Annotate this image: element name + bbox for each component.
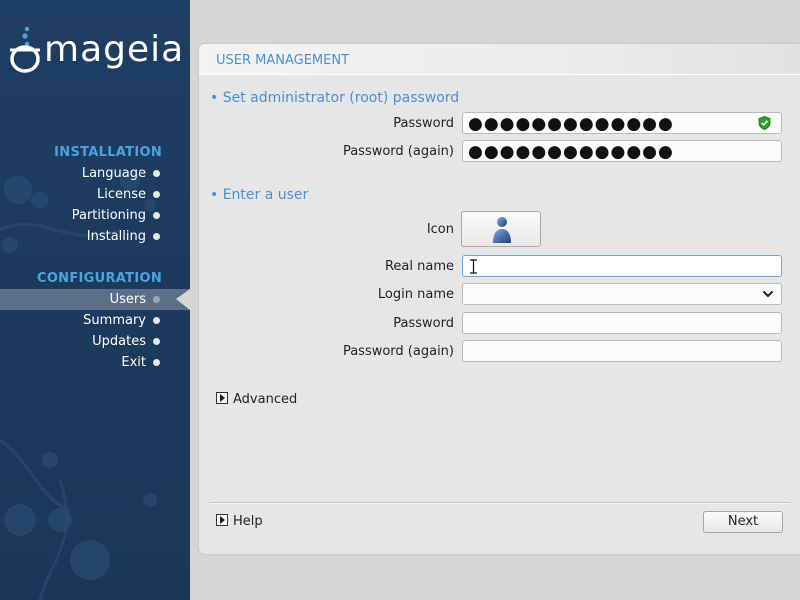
sidebar-item-license: License <box>0 184 190 205</box>
panel-title-bar: USER MANAGEMENT <box>199 44 800 75</box>
mageia-cauldron-icon <box>10 26 40 73</box>
sidebar-item-label: License <box>96 187 146 202</box>
sidebar-item-label: Installing <box>86 229 146 244</box>
root-password-again-value: ●●●●●●●●●●●●● <box>468 142 674 162</box>
sidebar-item-language: Language <box>0 163 190 184</box>
shield-check-icon <box>758 116 771 130</box>
footer-separator <box>210 502 790 504</box>
user-icon <box>493 217 511 243</box>
login-name-label: Login name <box>377 287 454 302</box>
user-password-field[interactable] <box>462 312 782 334</box>
login-name-combobox[interactable] <box>462 283 782 305</box>
root-password-heading: • Set administrator (root) password <box>210 90 460 106</box>
step-dot-icon <box>153 338 160 345</box>
advanced-expander[interactable]: Advanced <box>216 392 297 408</box>
root-password-field[interactable]: ●●●●●●●●●●●●● <box>462 112 782 134</box>
sidebar-item-users: Users <box>0 289 190 310</box>
root-password-again-field[interactable]: ●●●●●●●●●●●●● <box>462 140 782 162</box>
mageia-logo: mageia <box>8 24 184 80</box>
chevron-down-icon[interactable] <box>762 289 774 299</box>
user-password-label: Password <box>393 316 454 331</box>
step-dot-icon <box>153 296 160 303</box>
sidebar-item-partitioning: Partitioning <box>0 205 190 226</box>
expander-triangle-icon <box>216 514 228 526</box>
real-name-label: Real name <box>384 259 454 274</box>
user-password-again-label: Password (again) <box>342 344 454 359</box>
sidebar-item-updates: Updates <box>0 331 190 352</box>
text-cursor-icon <box>470 259 477 274</box>
step-dot-icon <box>153 359 160 366</box>
sidebar-item-installing: Installing <box>0 226 190 247</box>
sidebar-item-label: Summary <box>83 313 146 328</box>
step-dot-icon <box>153 170 160 177</box>
sidebar-item-label: Updates <box>92 334 146 349</box>
user-management-panel: USER MANAGEMENT • Set administrator (roo… <box>199 44 800 554</box>
root-password-again-label: Password (again) <box>342 144 454 159</box>
help-label: Help <box>233 514 263 529</box>
root-password-label: Password <box>393 116 454 131</box>
sidebar-item-label: Exit <box>121 355 146 370</box>
configuration-heading: CONFIGURATION <box>36 271 162 286</box>
user-icon-button[interactable] <box>461 211 541 247</box>
active-step-pointer-icon <box>176 289 190 310</box>
expander-triangle-icon <box>216 392 228 404</box>
sidebar-item-exit: Exit <box>0 352 190 373</box>
step-dot-icon <box>153 233 160 240</box>
sidebar-item-label: Language <box>81 166 146 181</box>
sidebar-item-label: Users <box>109 292 146 307</box>
real-name-field[interactable] <box>462 255 782 277</box>
icon-label: Icon <box>426 222 454 237</box>
sidebar-item-summary: Summary <box>0 310 190 331</box>
installation-heading: INSTALLATION <box>54 145 162 160</box>
step-dot-icon <box>153 191 160 198</box>
advanced-label: Advanced <box>233 392 298 407</box>
sidebar: mageia INSTALLATION Language License Par… <box>0 0 190 600</box>
enter-user-heading: • Enter a user <box>210 187 309 203</box>
page-title: USER MANAGEMENT <box>216 53 350 68</box>
help-expander[interactable]: Help <box>216 514 263 530</box>
sidebar-item-label: Partitioning <box>71 208 146 223</box>
step-dot-icon <box>153 212 160 219</box>
step-dot-icon <box>153 317 160 324</box>
logo-text: mageia <box>44 29 185 70</box>
user-password-again-field[interactable] <box>462 340 782 362</box>
root-password-value: ●●●●●●●●●●●●● <box>468 114 674 134</box>
next-button[interactable]: Next <box>703 511 783 533</box>
